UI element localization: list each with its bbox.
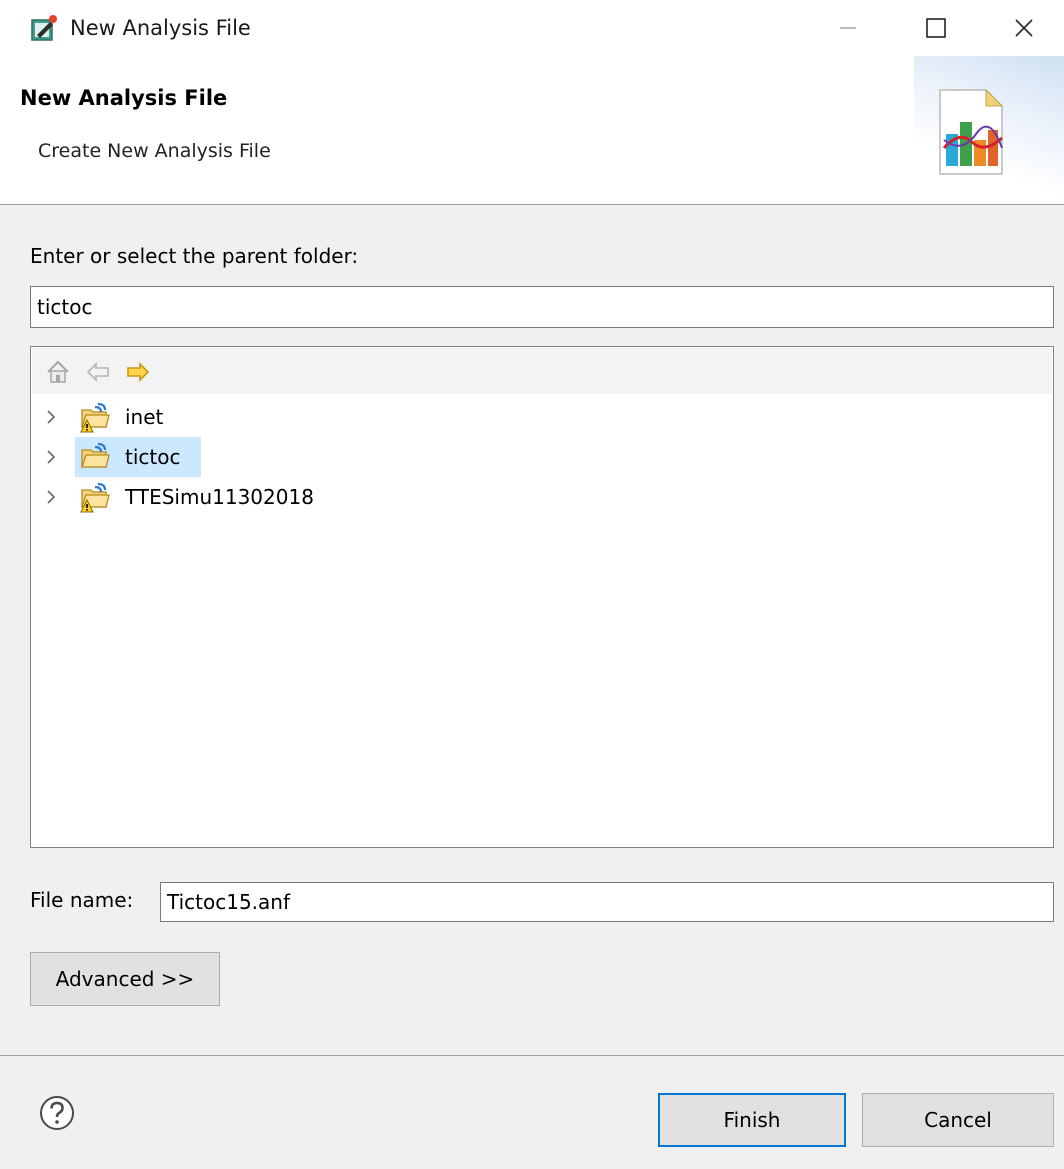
minimize-icon (840, 27, 856, 29)
wizard-header: New Analysis File Create New Analysis Fi… (0, 56, 1064, 205)
finish-button[interactable]: Finish (658, 1093, 846, 1147)
home-icon[interactable] (44, 358, 72, 386)
chevron-right-icon[interactable] (41, 407, 61, 427)
maximize-button[interactable] (896, 0, 976, 56)
analysis-chart-icon (939, 88, 1004, 175)
minimize-button[interactable] (808, 0, 888, 56)
tree-item-label: TTESimu11302018 (125, 485, 314, 509)
tree-item-ttesimu11302018[interactable]: TTESimu11302018 (31, 477, 631, 517)
back-arrow-icon[interactable] (84, 358, 112, 386)
parent-folder-label: Enter or select the parent folder: (30, 244, 359, 268)
wizard-title: New Analysis File (20, 86, 228, 110)
tree-item-label: inet (125, 405, 164, 429)
file-name-label: File name: (30, 888, 134, 912)
folder-tree[interactable]: inet tictoc TTESimu11302018 (30, 346, 1054, 848)
parent-folder-input[interactable]: tictoc (30, 286, 1054, 328)
footer-separator (0, 1055, 1064, 1056)
tree-item-inet[interactable]: inet (31, 397, 631, 437)
chevron-right-icon[interactable] (41, 447, 61, 467)
help-icon[interactable] (38, 1094, 76, 1132)
forward-arrow-icon[interactable] (124, 358, 152, 386)
tree-item-tictoc[interactable]: tictoc (31, 437, 631, 477)
close-icon (1015, 19, 1033, 37)
project-folder-open-icon (81, 442, 110, 468)
tree-toolbar (32, 348, 1052, 394)
tree-item-label: tictoc (125, 445, 181, 469)
wizard-description: Create New Analysis File (38, 140, 271, 162)
project-folder-warning-icon (80, 482, 110, 513)
window-title: New Analysis File (70, 16, 251, 40)
cancel-button[interactable]: Cancel (862, 1093, 1054, 1147)
close-button[interactable] (984, 0, 1064, 56)
maximize-icon (926, 18, 946, 38)
advanced-button[interactable]: Advanced >> (30, 952, 220, 1006)
project-folder-warning-icon (80, 402, 110, 433)
title-bar: New Analysis File (0, 0, 1064, 56)
analysis-file-edit-icon (31, 15, 57, 41)
file-name-input[interactable]: Tictoc15.anf (160, 882, 1054, 922)
chevron-right-icon[interactable] (41, 487, 61, 507)
